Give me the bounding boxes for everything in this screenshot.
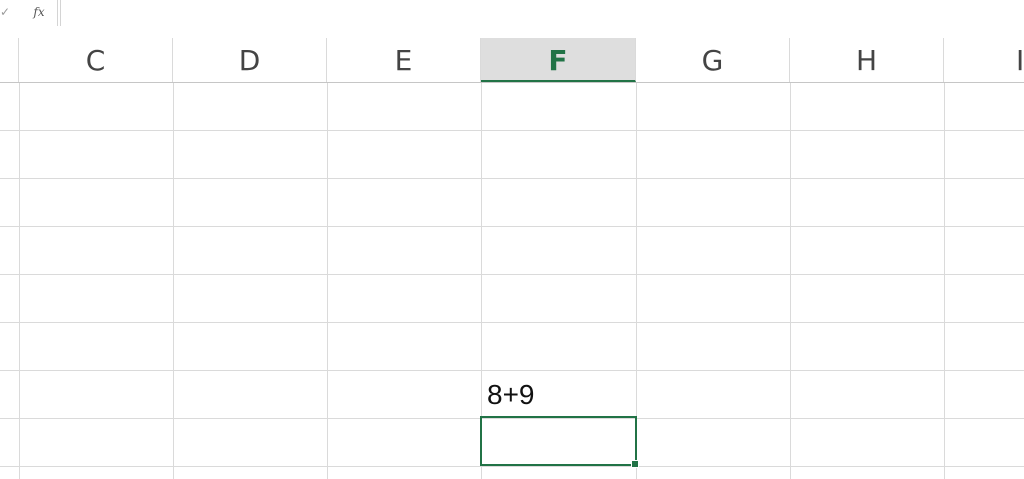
column-header-f[interactable]: F [481, 38, 636, 82]
gridline [173, 83, 174, 479]
column-header-h[interactable]: H [790, 38, 944, 82]
gridline [790, 83, 791, 479]
gridline [0, 130, 1024, 131]
cell-f-row6[interactable]: 8+9 [481, 371, 636, 418]
formula-bar: ✓ fx [0, 0, 1024, 28]
gridline [0, 274, 1024, 275]
cell-f-row6-value: 8+9 [487, 379, 535, 410]
insert-function-icon[interactable]: fx [27, 2, 51, 22]
gridline [0, 226, 1024, 227]
gridline [0, 178, 1024, 179]
enter-check-icon[interactable]: ✓ [0, 4, 10, 20]
column-header-b[interactable] [0, 38, 19, 82]
worksheet-grid[interactable]: 8+9 [0, 83, 1024, 479]
column-header-e[interactable]: E [327, 38, 481, 82]
column-header-row: C D E F G H I [0, 38, 1024, 83]
fill-handle[interactable] [631, 460, 639, 468]
column-header-i[interactable]: I [944, 38, 1024, 82]
column-header-d[interactable]: D [173, 38, 327, 82]
formula-input[interactable] [61, 0, 1024, 26]
gridline [19, 83, 20, 479]
gridline [327, 83, 328, 479]
gridline [0, 322, 1024, 323]
active-cell-f-row7[interactable] [480, 416, 639, 468]
header-gap [0, 27, 1024, 38]
gridline [944, 83, 945, 479]
column-header-c[interactable]: C [19, 38, 173, 82]
gridline [0, 466, 1024, 467]
column-header-g[interactable]: G [636, 38, 790, 82]
